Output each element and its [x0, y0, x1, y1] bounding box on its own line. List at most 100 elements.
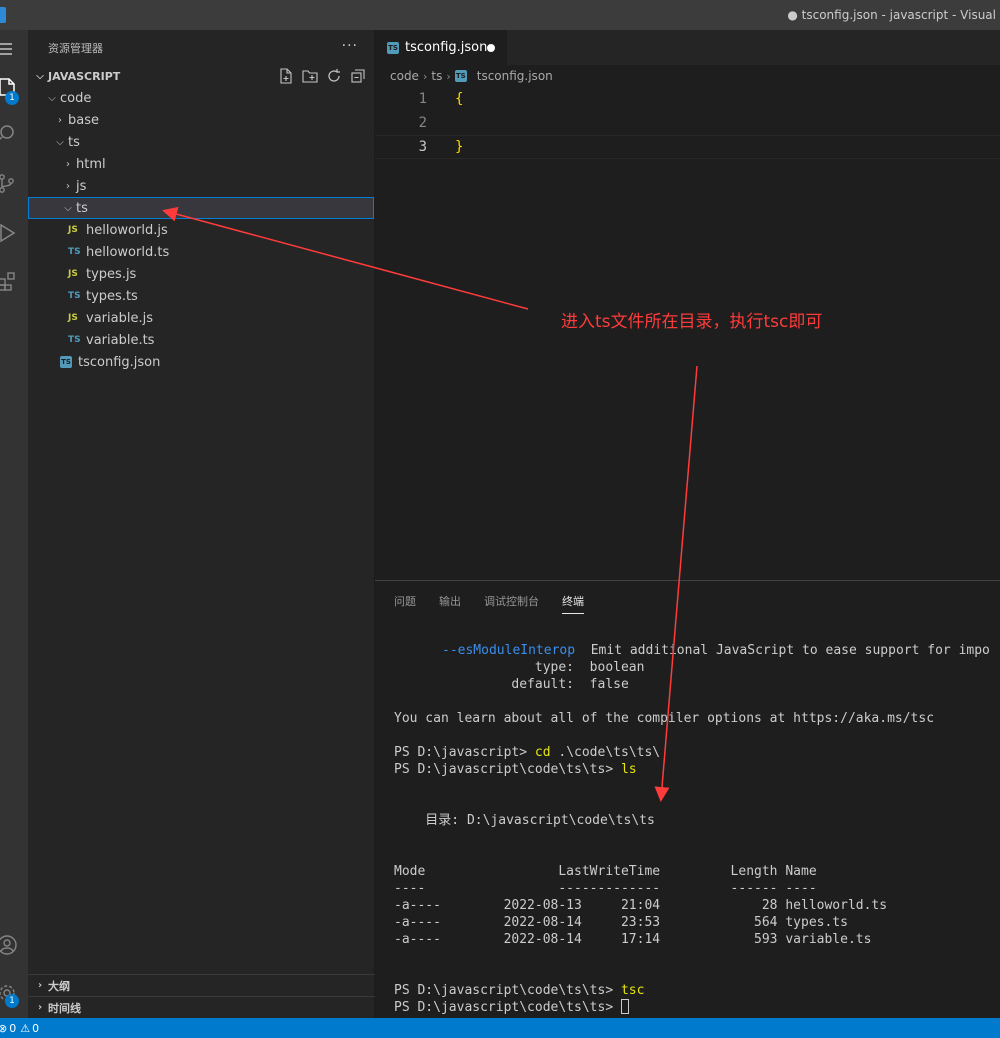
tree-folder-base[interactable]: › base — [28, 109, 374, 131]
explorer-sidebar: 资源管理器 ··· ⌵ JAVASCRIPT ⌵ code › base ⌵ t… — [28, 30, 375, 1018]
chevron-right-icon: › — [422, 69, 428, 83]
js-file-icon: JS — [68, 269, 78, 279]
workspace-section[interactable]: ⌵ JAVASCRIPT — [28, 65, 374, 87]
error-count[interactable]: 0 — [9, 1022, 16, 1035]
json-file-icon: TS — [454, 70, 467, 82]
explorer-header: 资源管理器 ··· — [28, 30, 374, 65]
activity-bar: 1 1 — [0, 30, 28, 1018]
breadcrumb-item[interactable]: ts — [431, 69, 442, 83]
new-folder-icon[interactable] — [302, 68, 318, 84]
error-icon[interactable]: ⊗ — [0, 1022, 7, 1035]
search-icon[interactable] — [0, 122, 18, 144]
terminal-prompt: PS D:\javascript\code\ts\ts> — [394, 762, 621, 777]
terminal-cursor — [620, 999, 629, 1014]
new-file-icon[interactable] — [278, 68, 294, 84]
tab-tsconfig-json[interactable]: TS tsconfig.json — [375, 30, 507, 65]
tree-folder-ts-selected[interactable]: ⌵ ts — [28, 197, 374, 219]
js-file-icon: JS — [68, 225, 78, 235]
tree-folder-js[interactable]: › js — [28, 175, 374, 197]
line-number: 1 — [418, 91, 427, 107]
line-number: 2 — [418, 115, 427, 131]
code-line: 1 { — [375, 87, 1000, 111]
tab-terminal[interactable]: 终端 — [562, 593, 584, 614]
outline-label: 大纲 — [48, 979, 70, 993]
tree-label: helloworld.ts — [86, 244, 170, 260]
terminal-line: default: false — [394, 677, 629, 692]
tree-file-types-ts[interactable]: TS types.ts — [28, 285, 374, 307]
tree-file-tsconfig-json[interactable]: TS tsconfig.json — [28, 351, 374, 373]
window-title: ● tsconfig.json - javascript - Visual — [787, 8, 996, 22]
tree-folder-html[interactable]: › html — [28, 153, 374, 175]
terminal-row: -a---- 2022-08-14 23:53 564 types.ts — [394, 915, 848, 930]
code-editor[interactable]: 1 { 2 3 } — [375, 87, 1000, 580]
terminal-line: 目录: D:\javascript\code\ts\ts — [394, 813, 655, 828]
run-debug-icon[interactable] — [0, 222, 18, 244]
explorer-badge: 1 — [5, 91, 19, 105]
tree-file-variable-ts[interactable]: TS variable.ts — [28, 329, 374, 351]
terminal-line: ---- ------------- ------ ---- — [394, 881, 817, 896]
json-file-icon: TS — [387, 41, 399, 54]
account-icon[interactable] — [0, 934, 18, 956]
chevron-right-icon: › — [66, 180, 70, 192]
breadcrumb-item[interactable]: code — [390, 69, 419, 83]
chevron-right-icon: › — [58, 114, 62, 126]
warning-count[interactable]: 0 — [32, 1022, 39, 1035]
tab-output[interactable]: 输出 — [439, 593, 461, 614]
terminal-row: -a---- 2022-08-14 17:14 593 variable.ts — [394, 932, 872, 947]
line-number: 3 — [418, 139, 427, 155]
editor-tabs: TS tsconfig.json — [375, 30, 1000, 65]
chevron-right-icon: › — [66, 158, 70, 170]
chevron-down-icon: ⌵ — [64, 202, 72, 214]
extensions-icon[interactable] — [0, 270, 18, 292]
tree-label: ts — [68, 134, 80, 150]
terminal-line: Mode LastWriteTime Length Name — [394, 864, 817, 879]
tab-problems[interactable]: 问题 — [394, 593, 416, 614]
code-text: { — [455, 91, 464, 107]
ts-file-icon: TS — [68, 335, 81, 345]
tree-label: code — [60, 90, 92, 106]
terminal-command: ls — [620, 762, 637, 777]
explorer-title: 资源管理器 — [48, 41, 103, 55]
terminal-row: -a---- 2022-08-13 21:04 28 helloworld.ts — [394, 898, 888, 913]
tree-label: variable.ts — [86, 332, 155, 348]
chevron-right-icon: › — [37, 980, 43, 991]
breadcrumb: code › ts › TS tsconfig.json — [375, 65, 1000, 87]
breadcrumb-item[interactable]: tsconfig.json — [477, 69, 553, 83]
workspace-name: JAVASCRIPT — [48, 69, 121, 83]
warning-icon[interactable]: ⚠ — [20, 1022, 30, 1035]
terminal-output[interactable]: --esModuleInterop Emit additional JavaSc… — [394, 642, 1000, 1016]
tree-file-variable-js[interactable]: JS variable.js — [28, 307, 374, 329]
tree-label: html — [76, 156, 106, 172]
tree-file-helloworld-js[interactable]: JS helloworld.js — [28, 219, 374, 241]
terminal-command: tsc — [620, 983, 645, 998]
collapse-all-icon[interactable] — [350, 68, 366, 84]
chevron-right-icon: › — [446, 69, 451, 83]
tree-folder-code[interactable]: ⌵ code — [28, 87, 374, 109]
timeline-label: 时间线 — [48, 1001, 81, 1015]
tree-folder-ts[interactable]: ⌵ ts — [28, 131, 374, 153]
code-line: 2 — [375, 111, 1000, 135]
tab-debug-console[interactable]: 调试控制台 — [484, 593, 539, 614]
tree-file-types-js[interactable]: JS types.js — [28, 263, 374, 285]
tree-file-helloworld-ts[interactable]: TS helloworld.ts — [28, 241, 374, 263]
terminal-line: type: boolean — [394, 660, 645, 675]
tree-label: types.ts — [86, 288, 138, 304]
js-file-icon: JS — [68, 313, 78, 323]
terminal-prompt: PS D:\javascript> — [394, 745, 535, 760]
outline-section[interactable]: › 大纲 — [28, 974, 375, 996]
code-line-current: 3 } — [375, 135, 1000, 159]
more-actions-icon[interactable]: ··· — [342, 38, 358, 54]
tree-label: js — [76, 178, 87, 194]
unsaved-dot-icon[interactable] — [487, 44, 495, 52]
menu-icon[interactable] — [0, 38, 18, 60]
tree-label: ts — [76, 200, 88, 216]
timeline-section[interactable]: › 时间线 — [28, 996, 375, 1018]
terminal-option-flag: --esModuleInterop — [442, 643, 576, 658]
source-control-icon[interactable] — [0, 172, 18, 194]
terminal-line: You can learn about all of the compiler … — [394, 711, 935, 726]
vscode-logo-icon — [0, 7, 6, 23]
chevron-right-icon: › — [37, 1002, 43, 1013]
code-text: } — [455, 139, 464, 155]
terminal-args: .\code\ts\ts\ — [550, 745, 661, 760]
refresh-icon[interactable] — [326, 68, 342, 84]
